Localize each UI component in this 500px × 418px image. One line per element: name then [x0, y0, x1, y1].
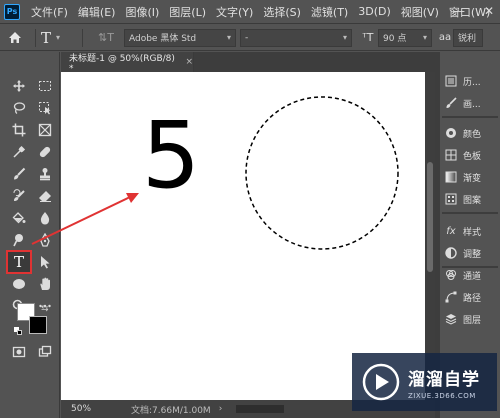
panel-patterns[interactable]: 图案	[444, 188, 500, 210]
panel-gradients[interactable]: 渐变	[444, 166, 500, 188]
panel-label: 色板	[463, 151, 482, 162]
panel-brushes[interactable]: 画...	[444, 92, 500, 114]
brush-icon	[444, 96, 458, 110]
document-info[interactable]: 文档:7.66M/1.00M	[131, 403, 211, 416]
chevron-right-icon[interactable]: ›	[219, 404, 223, 414]
panel-label: 图案	[463, 195, 482, 206]
watermark-name: 溜溜自学	[408, 369, 480, 390]
vertical-scrollbar[interactable]	[425, 72, 435, 400]
panel-paths[interactable]: 路径	[444, 286, 500, 308]
panel-label: 历...	[463, 77, 481, 88]
panel-label: 图层	[463, 315, 482, 326]
panel-layers[interactable]: 图层	[444, 308, 500, 330]
panel-label: 画...	[463, 99, 481, 110]
panel-styles[interactable]: fx 样式	[444, 220, 500, 242]
panel-channels[interactable]: 通道	[444, 264, 500, 286]
watermark-logo-icon	[362, 363, 400, 401]
zoom-level[interactable]: 50%	[71, 404, 91, 414]
horizontal-scrollbar[interactable]	[236, 405, 285, 413]
panel-color[interactable]: 颜色	[444, 122, 500, 144]
history-icon	[444, 74, 458, 88]
pattern-icon	[444, 192, 458, 206]
panel-swatches[interactable]: 色板	[444, 144, 500, 166]
gradient-icon	[444, 170, 458, 184]
color-wheel-icon	[444, 126, 458, 140]
paths-icon	[444, 290, 458, 304]
panel-label: 颜色	[463, 129, 482, 140]
scrollbar-thumb[interactable]	[427, 162, 433, 272]
layers-icon	[444, 312, 458, 326]
divider	[442, 116, 498, 118]
divider	[442, 212, 498, 214]
adjustments-icon	[444, 246, 458, 260]
panel-label: 渐变	[463, 173, 482, 184]
swatches-icon	[444, 148, 458, 162]
channels-icon	[444, 268, 458, 282]
watermark-url: ZIXUE.3D66.COM	[408, 391, 476, 400]
panel-label: 通道	[463, 271, 482, 282]
panel-label: 调整	[463, 249, 482, 260]
panel-label: 样式	[463, 227, 482, 238]
fx-icon: fx	[446, 225, 456, 237]
panel-adjustments[interactable]: 调整	[444, 242, 500, 264]
panel-label: 路径	[463, 293, 482, 304]
watermark: 溜溜自学 ZIXUE.3D66.COM	[352, 353, 497, 411]
panel-history[interactable]: 历...	[444, 70, 500, 92]
